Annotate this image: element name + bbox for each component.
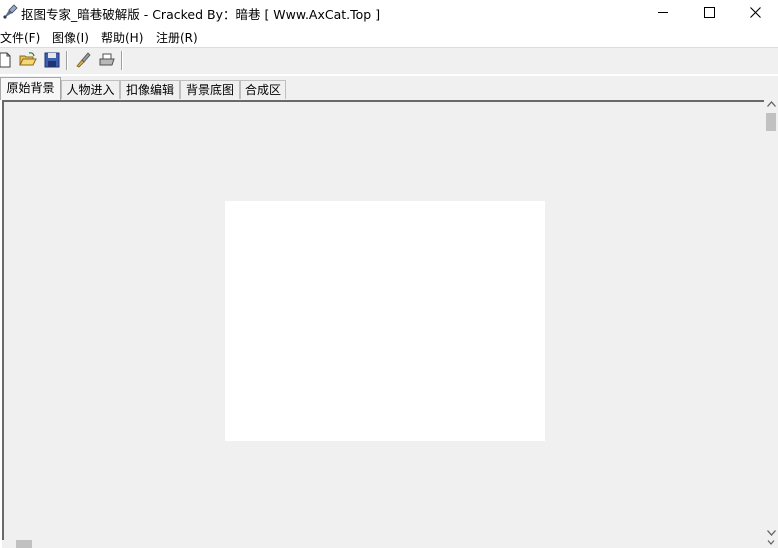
menu-image[interactable]: 图像(I): [52, 29, 89, 46]
maximize-icon: [703, 7, 715, 18]
minimize-button[interactable]: [640, 0, 686, 25]
window-title: 抠图专家_暗巷破解版 - Cracked By：暗巷 [ Www.AxCat.T…: [21, 7, 381, 22]
tab-strip: 原始背景 人物进入 扣像编辑 背景底图 合成区: [0, 76, 778, 100]
scroll-right-icon[interactable]: [764, 540, 778, 548]
minimize-icon: [658, 12, 668, 13]
close-icon: [749, 7, 761, 18]
vertical-scrollbar[interactable]: [764, 97, 778, 540]
brush-icon[interactable]: [74, 51, 92, 69]
tab-background-base[interactable]: 背景底图: [180, 80, 240, 99]
tab-composite-area[interactable]: 合成区: [240, 80, 286, 99]
print-icon[interactable]: [98, 51, 116, 69]
menu-help[interactable]: 帮助(H): [101, 29, 143, 46]
title-bar: 抠图专家_暗巷破解版 - Cracked By：暗巷 [ Www.AxCat.T…: [0, 0, 778, 25]
horizontal-scrollbar[interactable]: [2, 540, 778, 548]
app-icon: [2, 4, 18, 20]
toolbar-separator: [66, 51, 68, 70]
toolbar-separator: [121, 51, 123, 70]
scroll-up-icon[interactable]: [764, 97, 778, 111]
menu-register[interactable]: 注册(R): [156, 29, 198, 46]
vertical-scroll-thumb[interactable]: [766, 113, 776, 131]
tab-cutout-edit[interactable]: 扣像编辑: [120, 80, 180, 99]
open-folder-icon[interactable]: [19, 51, 37, 69]
new-file-icon[interactable]: [0, 51, 14, 69]
maximize-button[interactable]: [686, 0, 732, 25]
image-canvas[interactable]: [225, 201, 545, 441]
toolbar: [0, 48, 778, 74]
menu-bar: 文件(F) 图像(I) 帮助(H) 注册(R): [0, 26, 778, 46]
close-button[interactable]: [732, 0, 778, 25]
tab-original-background[interactable]: 原始背景: [0, 77, 61, 100]
save-disk-icon[interactable]: [43, 51, 61, 69]
scroll-down-icon[interactable]: [764, 526, 778, 540]
tab-person-enter[interactable]: 人物进入: [61, 80, 120, 99]
menu-file[interactable]: 文件(F): [0, 29, 40, 46]
horizontal-scroll-thumb[interactable]: [16, 540, 32, 548]
